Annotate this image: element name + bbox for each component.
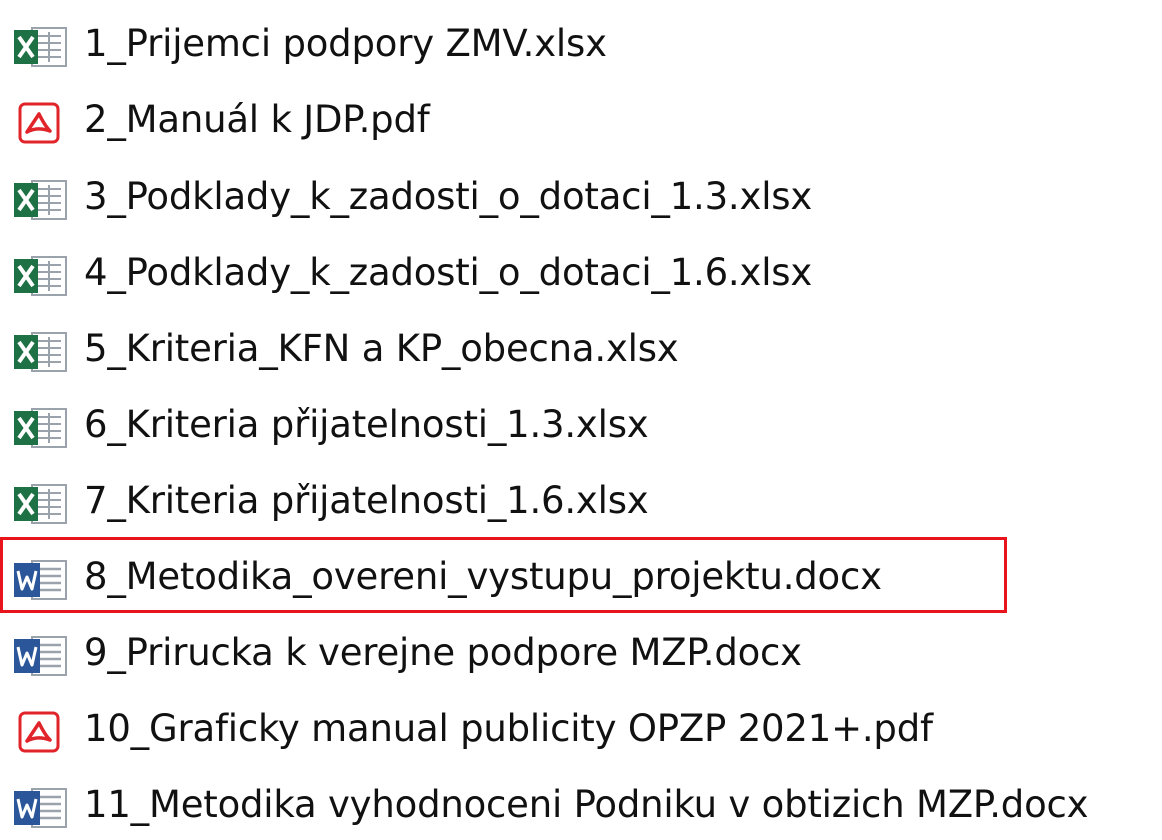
file-name: 3_Podklady_k_zadosti_o_dotaci_1.3.xlsx [84, 175, 813, 218]
pdf-file-icon [12, 711, 70, 753]
excel-file-icon [12, 179, 70, 221]
file-row[interactable]: 6_Kriteria přijatelnosti_1.3.xlsx [0, 390, 1162, 460]
file-row[interactable]: 11_Metodika vyhodnoceni Podniku v obtizi… [0, 770, 1162, 840]
file-row[interactable]: 9_Prirucka k verejne podpore MZP.docx [0, 618, 1162, 688]
pdf-file-icon [12, 102, 70, 144]
file-row-highlighted[interactable]: 8_Metodika_overeni_vystupu_projektu.docx [0, 542, 1162, 612]
file-row[interactable]: 3_Podklady_k_zadosti_o_dotaci_1.3.xlsx [0, 162, 1162, 232]
file-name: 5_Kriteria_KFN a KP_obecna.xlsx [84, 327, 679, 370]
file-row[interactable]: 4_Podklady_k_zadosti_o_dotaci_1.6.xlsx [0, 238, 1162, 308]
file-name: 7_Kriteria přijatelnosti_1.6.xlsx [84, 479, 649, 522]
file-name: 9_Prirucka k verejne podpore MZP.docx [84, 631, 802, 674]
file-row[interactable]: 2_Manuál k JDP.pdf [0, 85, 1162, 155]
word-file-icon [12, 787, 70, 829]
file-row[interactable]: 1_Prijemci podpory ZMV.xlsx [0, 9, 1162, 79]
file-name: 6_Kriteria přijatelnosti_1.3.xlsx [84, 403, 649, 446]
word-file-icon [12, 559, 70, 601]
file-name: 2_Manuál k JDP.pdf [84, 98, 430, 141]
file-name: 4_Podklady_k_zadosti_o_dotaci_1.6.xlsx [84, 251, 813, 294]
excel-file-icon [12, 255, 70, 297]
file-row[interactable]: 7_Kriteria přijatelnosti_1.6.xlsx [0, 466, 1162, 536]
file-name: 1_Prijemci podpory ZMV.xlsx [84, 22, 607, 65]
excel-file-icon [12, 407, 70, 449]
file-row[interactable]: 10_Graficky manual publicity OPZP 2021+.… [0, 694, 1162, 764]
excel-file-icon [12, 483, 70, 525]
file-list: 1_Prijemci podpory ZMV.xlsx 2_Manuál k J… [0, 0, 1162, 828]
file-name: 10_Graficky manual publicity OPZP 2021+.… [84, 707, 933, 750]
excel-file-icon [12, 331, 70, 373]
file-name: 8_Metodika_overeni_vystupu_projektu.docx [84, 555, 882, 598]
excel-file-icon [12, 26, 70, 68]
word-file-icon [12, 635, 70, 677]
file-name: 11_Metodika vyhodnoceni Podniku v obtizi… [84, 783, 1089, 826]
file-row[interactable]: 5_Kriteria_KFN a KP_obecna.xlsx [0, 314, 1162, 384]
